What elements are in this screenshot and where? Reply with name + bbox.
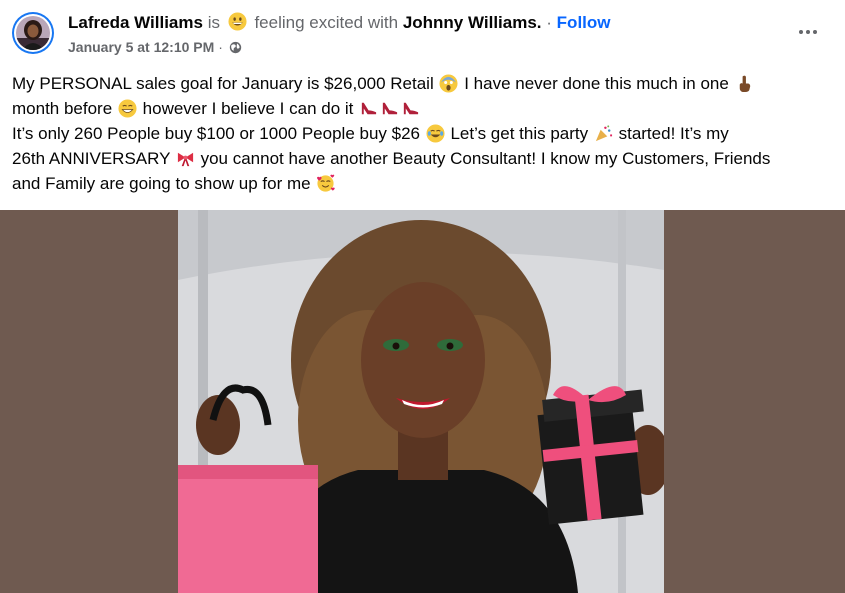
message-line: month before however I believe I can do … xyxy=(12,96,837,121)
follow-button[interactable]: Follow xyxy=(557,13,611,32)
post-message: My PERSONAL sales goal for January is $2… xyxy=(12,71,837,196)
post-photo-backdrop xyxy=(0,210,845,593)
ribbon-icon xyxy=(177,152,193,167)
index-pointing-up-icon xyxy=(739,75,750,93)
message-text: started! It’s my xyxy=(618,124,729,143)
post-header: Lafreda Williams is feeling excited with… xyxy=(0,0,845,62)
high-heel-icon xyxy=(382,102,398,115)
message-text: however I believe I can do it xyxy=(142,99,354,118)
message-line: It’s only 260 People buy $100 or 1000 Pe… xyxy=(12,121,837,146)
party-popper-icon xyxy=(595,125,612,142)
message-text: 26th ANNIVERSARY xyxy=(12,149,171,168)
message-line: 26th ANNIVERSARY you cannot have another… xyxy=(12,146,837,171)
grinning-squinting-face-icon xyxy=(118,99,137,118)
author-name[interactable]: Lafreda Williams xyxy=(68,13,203,32)
globe-icon[interactable] xyxy=(229,41,242,54)
message-text: and Family are going to show up for me xyxy=(12,174,311,193)
more-horizontal-icon[interactable] xyxy=(794,18,822,46)
screaming-face-icon xyxy=(439,74,459,93)
message-text: month before xyxy=(12,99,113,118)
tagged-person[interactable]: Johnny Williams xyxy=(403,13,537,32)
post-title-line: Lafreda Williams is feeling excited with… xyxy=(68,12,611,34)
face-with-tears-of-joy-icon xyxy=(426,124,445,143)
is-text: is xyxy=(207,13,220,32)
post-photo[interactable] xyxy=(178,210,664,593)
message-text: Let’s get this party xyxy=(450,124,589,143)
high-heel-icon xyxy=(403,102,419,115)
timestamp[interactable]: January 5 at 12:10 PM xyxy=(68,39,214,55)
message-text: you cannot have another Beauty Consultan… xyxy=(200,149,771,168)
smiling-face-with-hearts-icon xyxy=(317,174,336,192)
feeling-text: feeling excited with xyxy=(254,13,399,32)
separator-dot: · xyxy=(218,39,223,55)
message-text: I have never done this much in one xyxy=(464,74,729,93)
post-meta-line: January 5 at 12:10 PM · xyxy=(68,38,242,56)
grinning-face-icon xyxy=(228,12,247,31)
period: . xyxy=(536,13,542,32)
message-text: My PERSONAL sales goal for January is $2… xyxy=(12,74,434,93)
separator-dot: · xyxy=(546,13,552,32)
author-avatar[interactable] xyxy=(12,12,54,54)
message-line: and Family are going to show up for me xyxy=(12,171,837,196)
high-heel-icon xyxy=(361,102,377,115)
message-text: It’s only 260 People buy $100 or 1000 Pe… xyxy=(12,124,420,143)
message-line: My PERSONAL sales goal for January is $2… xyxy=(12,71,837,96)
